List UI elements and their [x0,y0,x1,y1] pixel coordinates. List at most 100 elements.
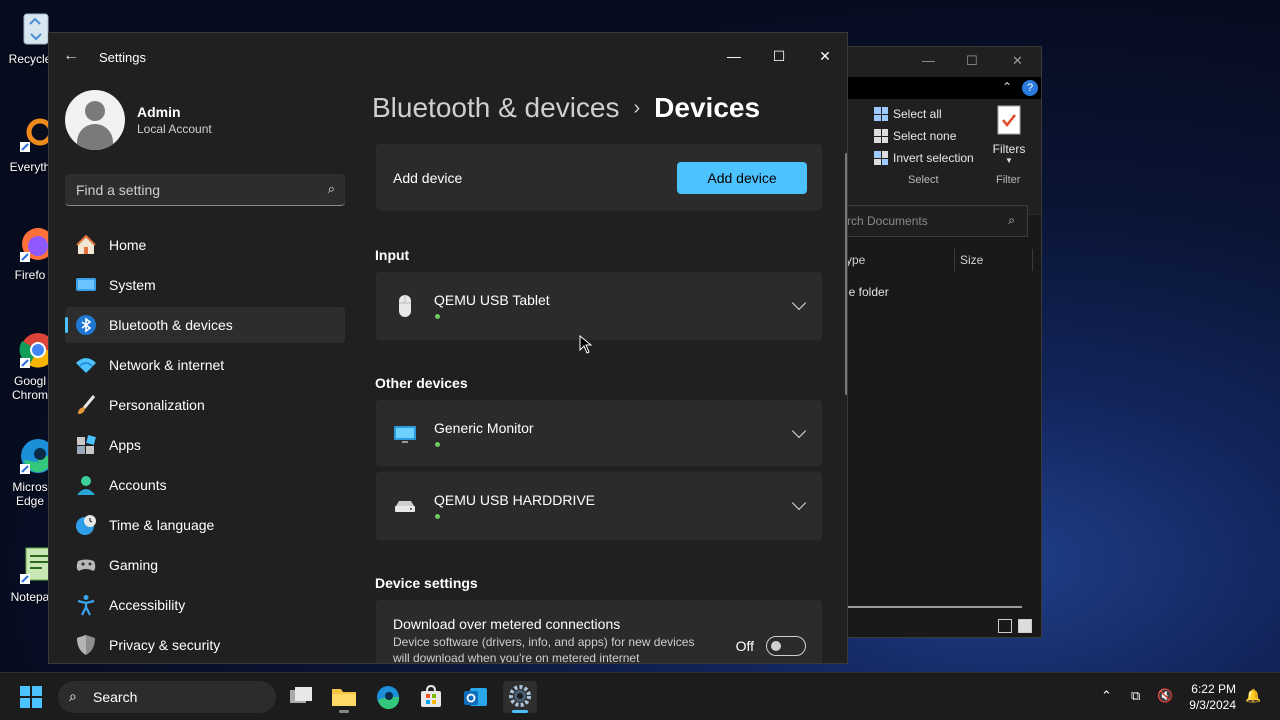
invert-selection-icon [874,151,888,165]
select-none-icon [874,129,888,143]
taskbar-settings[interactable] [503,681,537,713]
globe-clock-icon [75,514,97,536]
device-name: Generic Monitor [434,420,534,436]
status-dot [435,314,440,319]
search-icon: ⌕ [327,181,335,196]
back-arrow-icon[interactable]: ← [63,47,79,65]
find-setting-input[interactable]: Find a setting ⌕ [65,174,345,206]
nav-item-time-language[interactable]: Time & language [65,507,345,543]
task-view-button[interactable] [284,681,318,713]
content-scrollbar[interactable] [845,153,847,395]
device-name: QEMU USB HARDDRIVE [434,492,596,508]
device-name: QEMU USB Tablet [434,292,550,308]
section-input: Input [375,247,410,263]
status-dot [435,514,440,519]
close-icon[interactable]: ✕ [1012,53,1023,69]
monitor-icon [393,422,417,446]
settings-window[interactable]: ← Settings — ☐ ✕ Admin Local Account Fin… [48,32,848,664]
device-card[interactable]: QEMU USB Tablet [375,271,823,341]
running-indicator [339,710,349,713]
taskbar-file-explorer[interactable] [327,681,361,713]
metered-setting-card: Download over metered connections Device… [375,599,823,664]
clock[interactable]: 6:22 PM 9/3/2024 [1189,681,1236,713]
chevron-down-icon[interactable] [791,423,807,439]
section-device-settings: Device settings [375,575,478,591]
nav-item-apps[interactable]: Apps [65,427,345,463]
user-profile[interactable]: Admin Local Account [65,90,212,150]
search-icon: ⌕ [69,688,77,704]
chevron-down-icon[interactable] [791,495,807,511]
page-title: Devices [654,92,761,123]
home-icon [75,234,97,256]
section-other-devices: Other devices [375,375,468,391]
select-all-button[interactable]: Select all [874,107,942,121]
nav-item-accounts[interactable]: Accounts [65,467,345,503]
mouse-icon [393,294,417,318]
status-dot [435,442,440,447]
device-card[interactable]: Generic Monitor [375,399,823,467]
taskbar-outlook[interactable] [458,681,492,713]
taskbar: ⌕ Search ⌃ ⧉ 🔇 6:22 PM 9/3/2024 🔔 [0,672,1280,720]
notification-bell-icon[interactable]: 🔔 [1245,688,1261,704]
explorer-ribbon: Select all Select none Invert selection … [846,99,1041,215]
nav-item-gaming[interactable]: Gaming [65,547,345,583]
nav-item-home[interactable]: Home [65,227,345,263]
taskbar-edge[interactable] [371,681,405,713]
nav-item-system[interactable]: System [65,267,345,303]
clock-time: 6:22 PM [1191,682,1236,696]
minimize-button[interactable]: — [714,41,754,71]
chevron-down-icon[interactable] [791,295,807,311]
horizontal-scrollbar[interactable] [846,606,1022,608]
help-icon[interactable]: ? [1022,80,1038,96]
add-device-button[interactable]: Add device [677,162,807,194]
taskbar-store[interactable] [414,681,448,713]
taskbar-search[interactable]: ⌕ Search [58,681,276,713]
select-none-button[interactable]: Select none [874,129,956,143]
drive-icon [393,494,417,518]
nav-item-accessibility[interactable]: Accessibility [65,587,345,623]
breadcrumb: Bluetooth & devices › Devices [372,92,760,124]
network-icon[interactable]: ⧉ [1131,688,1140,704]
app-title: Settings [99,50,146,65]
nav-item-network-internet[interactable]: Network & internet [65,347,345,383]
column-header-type[interactable]: ype [846,253,865,267]
filters-button[interactable]: Filters ▼ [992,105,1026,165]
folder-icon [332,689,356,706]
avatar [65,90,125,150]
settings-titlebar[interactable]: ← Settings — ☐ ✕ [49,33,847,81]
chevron-up-icon[interactable]: ⌃ [1101,688,1112,704]
nav-item-privacy-security[interactable]: Privacy & security [65,627,345,663]
task-view-icon [290,687,312,703]
setting-description-2: will download when you're on metered int… [393,651,640,664]
file-explorer-window[interactable]: — ☐ ✕ ⌃ ? Select all Select none Invert … [846,46,1042,638]
column-divider [954,249,955,271]
accounts-icon [75,474,97,496]
explorer-titlebar[interactable]: — ☐ ✕ [846,47,1041,77]
nav-item-bluetooth-devices[interactable]: Bluetooth & devices [65,307,345,343]
minimize-icon[interactable]: — [922,53,935,68]
accessibility-icon [75,594,97,616]
gear-icon [509,685,531,707]
maximize-button[interactable]: ☐ [759,41,799,71]
details-view-icon[interactable] [998,619,1012,633]
system-icon [75,274,97,296]
nav-item-personalization[interactable]: Personalization [65,387,345,423]
start-button[interactable] [14,681,48,713]
explorer-search-box[interactable]: rch Documents ⌕ [846,205,1028,237]
add-device-label: Add device [393,170,463,186]
volume-icon[interactable]: 🔇 [1157,688,1173,704]
maximize-icon[interactable]: ☐ [966,53,978,69]
chevron-up-icon[interactable]: ⌃ [1002,80,1012,94]
account-type: Local Account [137,122,212,136]
close-button[interactable]: ✕ [805,41,845,71]
tiles-view-icon[interactable] [1018,619,1032,633]
user-name: Admin [137,104,181,120]
file-row-type[interactable]: le folder [846,285,889,299]
breadcrumb-parent[interactable]: Bluetooth & devices [372,92,620,123]
windows-logo-icon [20,686,42,708]
column-header-size[interactable]: Size [960,253,983,267]
metered-toggle[interactable] [766,636,806,656]
settings-nav: Home System Bluetooth & devices Network … [65,227,345,663]
invert-selection-button[interactable]: Invert selection [874,151,974,165]
device-card[interactable]: QEMU USB HARDDRIVE [375,471,823,541]
